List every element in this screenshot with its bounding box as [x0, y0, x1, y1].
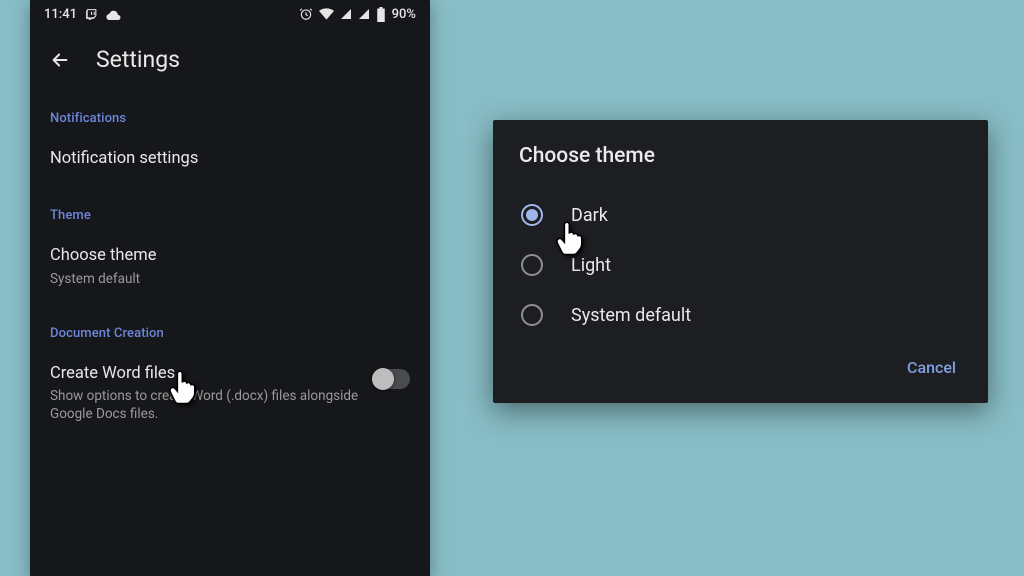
- choose-theme-dialog: Choose theme Dark Light System default C…: [493, 120, 988, 403]
- option-label: Dark: [571, 205, 608, 226]
- battery-icon: [376, 7, 386, 22]
- signal-icon: [340, 8, 352, 20]
- title-bar: Settings: [30, 28, 430, 89]
- radio-icon: [521, 254, 543, 276]
- radio-icon: [521, 204, 543, 226]
- section-label-document-creation: Document Creation: [30, 304, 430, 349]
- cloud-icon: [106, 9, 121, 20]
- twitch-icon: [85, 8, 98, 21]
- back-button[interactable]: [48, 48, 72, 72]
- section-label-notifications: Notifications: [30, 89, 430, 134]
- battery-percent: 90%: [392, 7, 416, 22]
- row-notification-settings[interactable]: Notification settings: [30, 134, 430, 186]
- theme-option-system-default[interactable]: System default: [519, 290, 962, 340]
- row-title: Notification settings: [50, 148, 410, 170]
- settings-panel: 11:41 90%: [30, 0, 430, 576]
- row-subtitle: System default: [50, 270, 410, 288]
- signal-icon-2: [358, 8, 370, 20]
- row-create-word-files[interactable]: Create Word files Show options to create…: [30, 349, 430, 440]
- row-title: Choose theme: [50, 245, 410, 267]
- wifi-icon: [319, 8, 334, 20]
- row-choose-theme[interactable]: Choose theme System default: [30, 231, 430, 303]
- option-label: Light: [571, 255, 611, 276]
- row-subtitle: Show options to create Word (.docx) file…: [50, 387, 362, 423]
- theme-option-dark[interactable]: Dark: [519, 190, 962, 240]
- radio-icon: [521, 304, 543, 326]
- toggle-create-word-files[interactable]: [374, 369, 410, 389]
- option-label: System default: [571, 305, 691, 326]
- status-bar: 11:41 90%: [30, 0, 430, 28]
- dialog-title: Choose theme: [519, 144, 962, 168]
- section-label-theme: Theme: [30, 186, 430, 231]
- status-time: 11:41: [44, 7, 77, 22]
- row-title: Create Word files: [50, 363, 362, 385]
- page-title: Settings: [96, 46, 180, 73]
- alarm-icon: [299, 7, 313, 21]
- cancel-button[interactable]: Cancel: [901, 350, 962, 385]
- theme-option-light[interactable]: Light: [519, 240, 962, 290]
